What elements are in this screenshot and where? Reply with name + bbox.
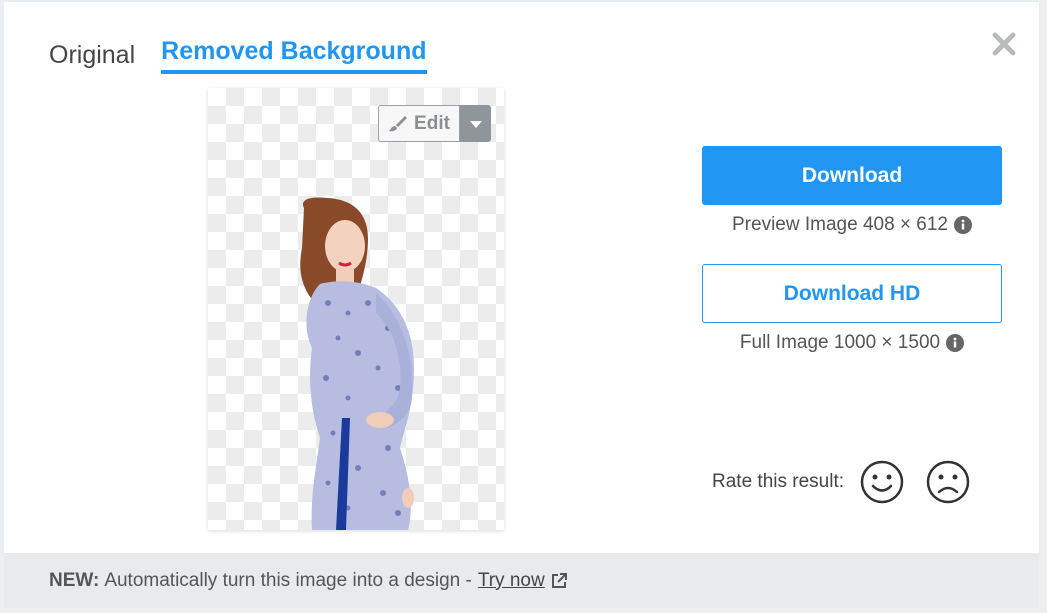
edit-label: Edit: [414, 112, 450, 134]
edit-dropdown-toggle[interactable]: [460, 105, 491, 142]
tab-removed-background[interactable]: Removed Background: [161, 36, 427, 74]
preview-size-text: Preview Image 408 × 612: [732, 214, 948, 235]
tab-original[interactable]: Original: [49, 40, 135, 74]
edit-button-group: Edit: [378, 105, 491, 142]
promo-footer: NEW: Automatically turn this image into …: [4, 553, 1039, 608]
result-preview: Edit: [208, 88, 504, 530]
view-tabs: Original Removed Background: [49, 36, 453, 74]
full-size-info: Full Image 1000 × 1500: [702, 332, 1002, 354]
external-link-icon[interactable]: [549, 571, 569, 591]
download-hd-button[interactable]: Download HD: [702, 264, 1002, 323]
try-now-link[interactable]: Try now: [478, 570, 545, 592]
info-icon[interactable]: [946, 334, 965, 352]
rating-section: Rate this result:: [712, 460, 992, 504]
close-icon[interactable]: [989, 29, 1019, 59]
download-button[interactable]: Download: [702, 146, 1002, 205]
edit-button[interactable]: Edit: [378, 105, 460, 142]
caret-down-icon: [469, 120, 482, 128]
result-dialog: Original Removed Background Edit Downloa…: [4, 2, 1039, 608]
sad-face-icon[interactable]: [926, 460, 970, 504]
smiley-face-icon[interactable]: [860, 460, 904, 504]
brush-icon: [389, 115, 408, 131]
new-badge: NEW:: [49, 569, 100, 591]
rating-label: Rate this result:: [712, 471, 844, 492]
subject-cutout-image: [300, 197, 414, 530]
full-size-text: Full Image 1000 × 1500: [739, 332, 941, 353]
preview-size-info: Preview Image 408 × 612: [702, 214, 1002, 236]
promo-text: Automatically turn this image into a des…: [104, 569, 472, 591]
info-icon[interactable]: [954, 216, 972, 234]
